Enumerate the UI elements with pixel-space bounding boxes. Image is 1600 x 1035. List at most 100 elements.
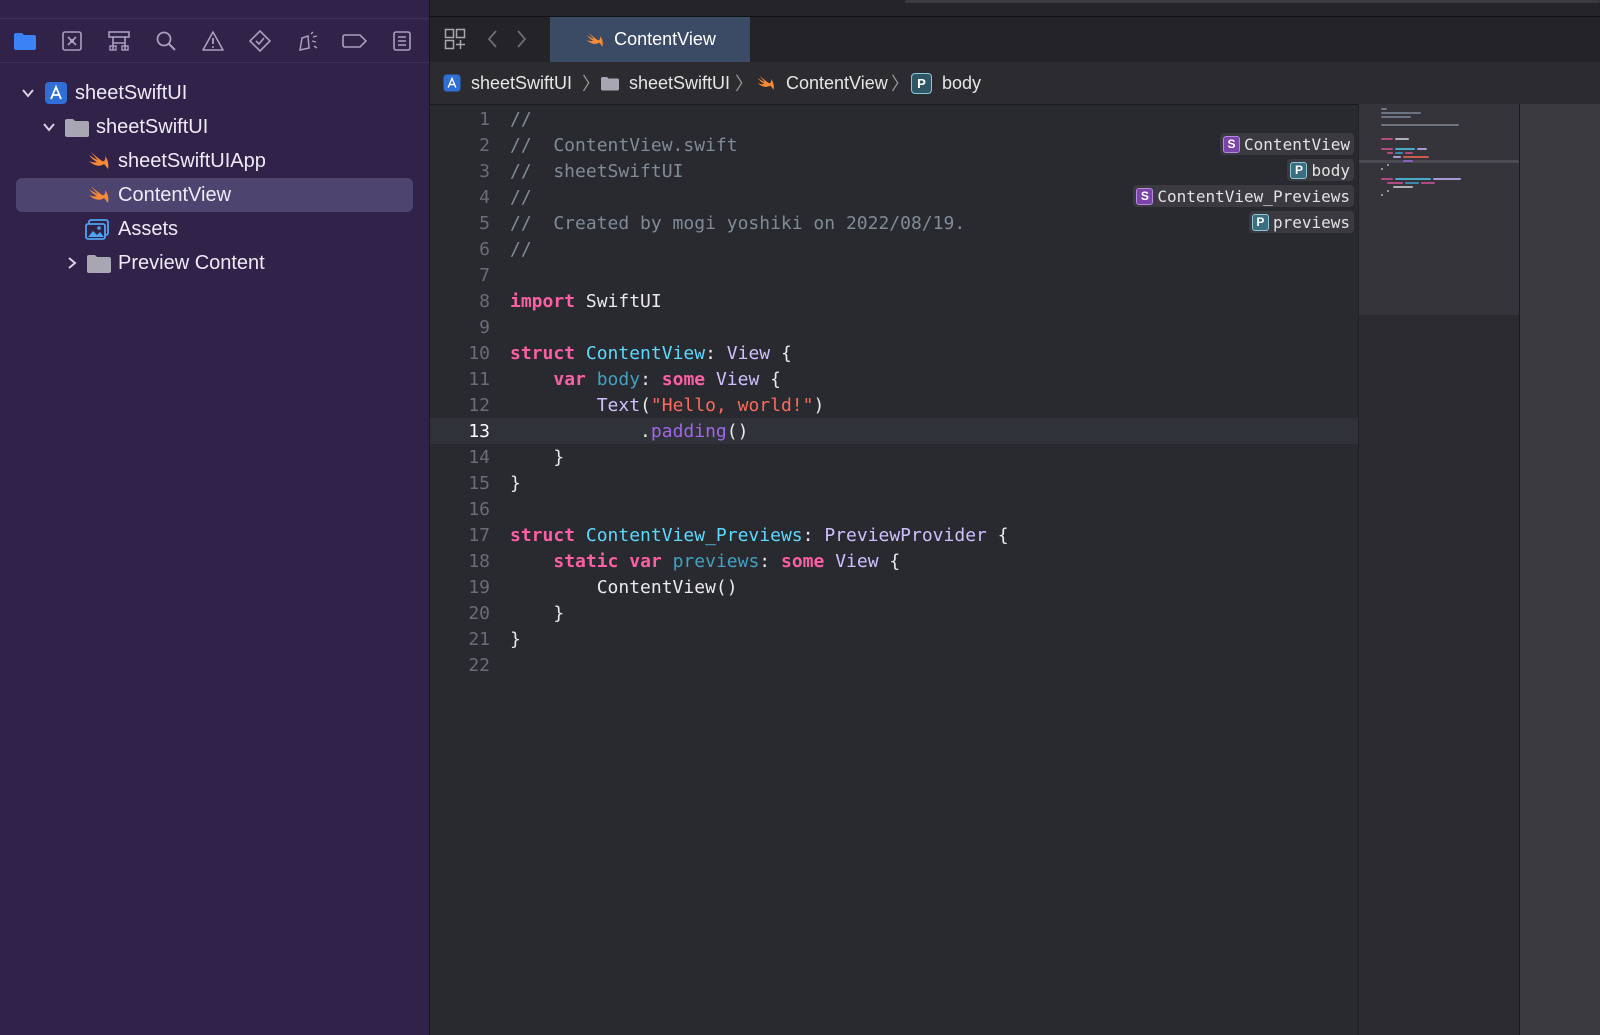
code-line[interactable]: 5 // Created by mogi yoshiki on 2022/08/1… bbox=[430, 210, 1358, 236]
code-line[interactable]: 15} bbox=[430, 470, 1358, 496]
struct-icon: S bbox=[1136, 187, 1154, 205]
code-line[interactable]: 14 } bbox=[430, 444, 1358, 470]
symbol-navigator-tab[interactable] bbox=[106, 28, 132, 54]
tree-item-file[interactable]: sheetSwiftUIApp bbox=[16, 144, 413, 178]
type-reference: PreviewProvider bbox=[824, 525, 987, 546]
breadcrumb-separator: 〉 bbox=[735, 74, 753, 94]
code-line[interactable]: 12 Text("Hello, world!") bbox=[430, 392, 1358, 418]
line-number: 12 bbox=[468, 395, 490, 416]
comment: // ContentView.swift bbox=[510, 135, 738, 156]
type-reference: View bbox=[835, 551, 879, 572]
struct-icon: S bbox=[1223, 135, 1241, 153]
breadcrumb-item-project[interactable]: sheetSwiftUI bbox=[442, 62, 572, 104]
code-line[interactable]: 16 bbox=[430, 496, 1358, 522]
chevron-down-icon[interactable] bbox=[41, 119, 57, 135]
minimap-line bbox=[1381, 148, 1393, 150]
minimap-line bbox=[1417, 148, 1427, 150]
debug-icon bbox=[299, 31, 318, 51]
code-line[interactable]: 17 struct ContentView_Previews: PreviewPr… bbox=[430, 522, 1358, 548]
code-line[interactable]: 3 // sheetSwiftUI bbox=[430, 158, 1358, 184]
code-line[interactable]: 10 struct ContentView: View { bbox=[430, 340, 1358, 366]
minimap-line bbox=[1395, 178, 1431, 180]
code-line[interactable]: 18 static var previews: some View { bbox=[430, 548, 1358, 574]
find-navigator-tab[interactable] bbox=[153, 28, 179, 54]
window-titlebar bbox=[430, 0, 1600, 16]
type-reference: Text bbox=[596, 395, 641, 416]
source-editor[interactable]: 1 // 2 // ContentView.swift 3 // sheetSwift… bbox=[430, 104, 1358, 1035]
issue-navigator-tab[interactable] bbox=[200, 28, 226, 54]
code-line[interactable]: 9 bbox=[430, 314, 1358, 340]
code-line[interactable]: 8 import SwiftUI bbox=[430, 288, 1358, 314]
keyword: some bbox=[780, 551, 825, 572]
line-number: 6 bbox=[479, 239, 490, 260]
symbol-name: body bbox=[1311, 160, 1350, 180]
swift-file-icon bbox=[89, 152, 109, 169]
minimap[interactable] bbox=[1358, 104, 1519, 1035]
report-navigator-tab[interactable] bbox=[389, 28, 415, 54]
line-number: 22 bbox=[468, 655, 490, 676]
folder-icon bbox=[14, 33, 36, 50]
asset-catalog-icon bbox=[85, 219, 109, 240]
property-icon: P bbox=[1290, 161, 1308, 179]
minimap-line bbox=[1387, 152, 1393, 154]
chevron-down-icon[interactable] bbox=[20, 85, 36, 101]
keyword: struct bbox=[510, 525, 576, 546]
minimap-viewport[interactable] bbox=[1359, 104, 1519, 315]
source-control-navigator-tab[interactable] bbox=[59, 28, 85, 54]
symbol-marker[interactable]: S ContentView_Previews bbox=[1133, 185, 1354, 207]
tree-item-group-collapsed[interactable]: Preview Content bbox=[16, 246, 413, 280]
minimap-line bbox=[1381, 124, 1459, 126]
code-line[interactable]: 2 // ContentView.swift bbox=[430, 132, 1358, 158]
line-number: 11 bbox=[468, 369, 490, 390]
line-number: 16 bbox=[468, 499, 490, 520]
minimap-line bbox=[1405, 152, 1413, 154]
breadcrumb-item-property[interactable]: P body bbox=[911, 62, 981, 104]
comment: // bbox=[510, 239, 532, 260]
symbol-marker[interactable]: Ppreviews bbox=[1248, 211, 1354, 233]
tree-item-label: sheetSwiftUI bbox=[96, 116, 209, 138]
code-line[interactable]: 22 bbox=[430, 652, 1358, 678]
method-call: padding bbox=[650, 421, 727, 442]
string-literal: "Hello, world!" bbox=[650, 395, 814, 416]
forward-icon[interactable] bbox=[514, 28, 528, 50]
code-line[interactable]: 21} bbox=[430, 626, 1358, 652]
minimap-line bbox=[1381, 108, 1387, 110]
breadcrumb-item-file[interactable]: ContentView bbox=[755, 62, 888, 104]
property-icon: P bbox=[1251, 213, 1269, 231]
grid-icon[interactable] bbox=[444, 28, 466, 50]
editor-tab-active[interactable]: ContentView bbox=[550, 17, 750, 62]
symbol-name: previews bbox=[1272, 212, 1350, 232]
comment: // bbox=[510, 109, 532, 130]
breadcrumb-item-group[interactable]: sheetSwiftUI bbox=[600, 62, 730, 104]
code-line[interactable]: 11 var body: some View { bbox=[430, 366, 1358, 392]
line-number: 3 bbox=[479, 161, 490, 182]
minimap-line bbox=[1381, 112, 1421, 114]
breakpoint-icon bbox=[342, 34, 368, 48]
code-line[interactable]: 20 } bbox=[430, 600, 1358, 626]
debug-navigator-tab[interactable] bbox=[295, 28, 321, 54]
symbol-marker[interactable]: S ContentView bbox=[1220, 133, 1354, 155]
code-line[interactable]: 6 // bbox=[430, 236, 1358, 262]
line-number: 4 bbox=[479, 187, 490, 208]
keyword: some bbox=[661, 369, 706, 390]
code-line[interactable]: 1 // bbox=[430, 106, 1358, 132]
tree-item-assets[interactable]: Assets bbox=[16, 212, 413, 246]
back-icon[interactable] bbox=[486, 28, 500, 50]
project-navigator: sheetSwiftUI sheetSwiftUI sheetSwiftUIAp… bbox=[0, 0, 430, 1035]
breakpoint-navigator-tab[interactable] bbox=[342, 28, 368, 54]
minimap-line bbox=[1381, 116, 1411, 118]
tree-item-project[interactable]: sheetSwiftUI bbox=[16, 76, 413, 110]
symbol-marker[interactable]: Pbody bbox=[1287, 159, 1354, 181]
tree-item-group[interactable]: sheetSwiftUI bbox=[16, 110, 413, 144]
code-line[interactable]: 7 bbox=[430, 262, 1358, 288]
tree-item-file-selected[interactable]: ContentView bbox=[16, 178, 413, 212]
chevron-right-icon[interactable] bbox=[64, 255, 80, 271]
code-line[interactable]: 19 ContentView() bbox=[430, 574, 1358, 600]
test-navigator-tab[interactable] bbox=[247, 28, 273, 54]
property-declaration: previews bbox=[672, 551, 760, 572]
code-line-current[interactable]: 13 .padding() bbox=[430, 418, 1358, 444]
folder-icon bbox=[65, 119, 89, 137]
line-number: 8 bbox=[479, 291, 490, 312]
project-navigator-tab[interactable] bbox=[12, 28, 38, 54]
line-number: 14 bbox=[468, 447, 490, 468]
